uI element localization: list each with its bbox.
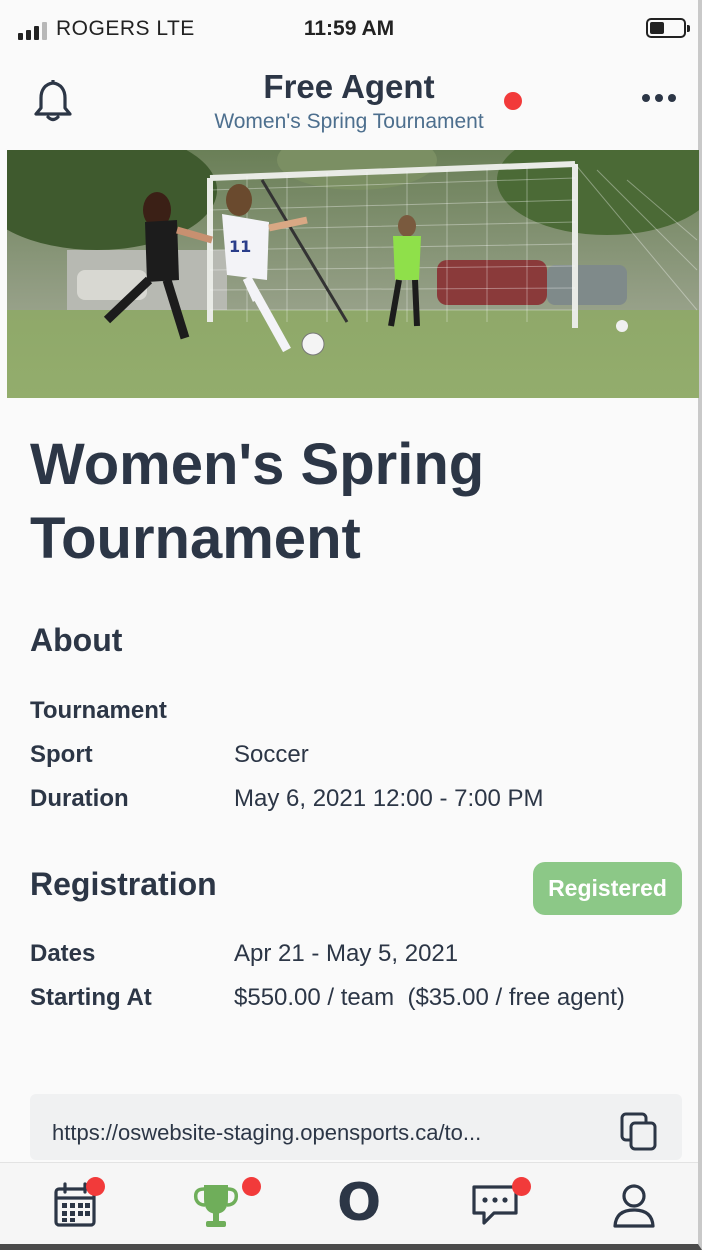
registration-value: Apr 21 - May 5, 2021 xyxy=(234,940,459,967)
header-subtitle: Women's Spring Tournament xyxy=(214,110,484,133)
tab-messages[interactable] xyxy=(470,1177,531,1231)
battery-icon xyxy=(646,18,690,38)
about-label: Duration xyxy=(30,785,129,812)
tab-tournaments[interactable] xyxy=(192,1177,261,1231)
about-heading: About xyxy=(30,622,123,658)
header-title: Free Agent xyxy=(263,68,435,105)
app-header: Free Agent Women's Spring Tournament xyxy=(0,58,698,148)
opensports-logo[interactable]: O xyxy=(337,1173,381,1233)
tab-calendar[interactable] xyxy=(52,1177,105,1231)
status-time: 11:59 AM xyxy=(303,17,395,40)
status-bar: ROGERS LTE 11:59 AM xyxy=(0,0,698,58)
more-options-icon[interactable] xyxy=(642,94,676,102)
about-value: Soccer xyxy=(234,741,309,768)
tournament-notification-dot-icon xyxy=(242,1177,261,1196)
bottom-tab-bar: O xyxy=(0,1162,698,1244)
svg-text:11: 11 xyxy=(229,237,251,256)
about-label: Sport xyxy=(30,741,93,768)
share-url[interactable]: https://oswebsite-staging.opensports.ca/… xyxy=(52,1120,481,1146)
about-value: May 6, 2021 12:00 - 7:00 PM xyxy=(234,785,544,812)
trophy-icon xyxy=(193,1185,239,1227)
registration-label: Starting At xyxy=(30,984,152,1011)
tab-profile[interactable] xyxy=(610,1181,660,1231)
registration-heading: Registration xyxy=(30,866,217,902)
event-hero-image: 11 xyxy=(7,150,699,398)
copy-icon[interactable] xyxy=(620,1112,658,1152)
registered-badge: Registered xyxy=(533,862,682,915)
notification-dot-icon xyxy=(504,92,522,110)
about-label: Tournament xyxy=(30,697,167,724)
profile-icon xyxy=(613,1184,655,1228)
registration-label: Dates xyxy=(30,940,96,967)
event-title: Women's Spring Tournament xyxy=(30,432,485,571)
messages-notification-dot-icon xyxy=(512,1177,531,1196)
share-link-box[interactable]: https://oswebsite-staging.opensports.ca/… xyxy=(30,1094,682,1160)
registration-value: $550.00 / team ($35.00 / free agent) xyxy=(234,984,625,1011)
calendar-notification-dot-icon xyxy=(86,1177,105,1196)
